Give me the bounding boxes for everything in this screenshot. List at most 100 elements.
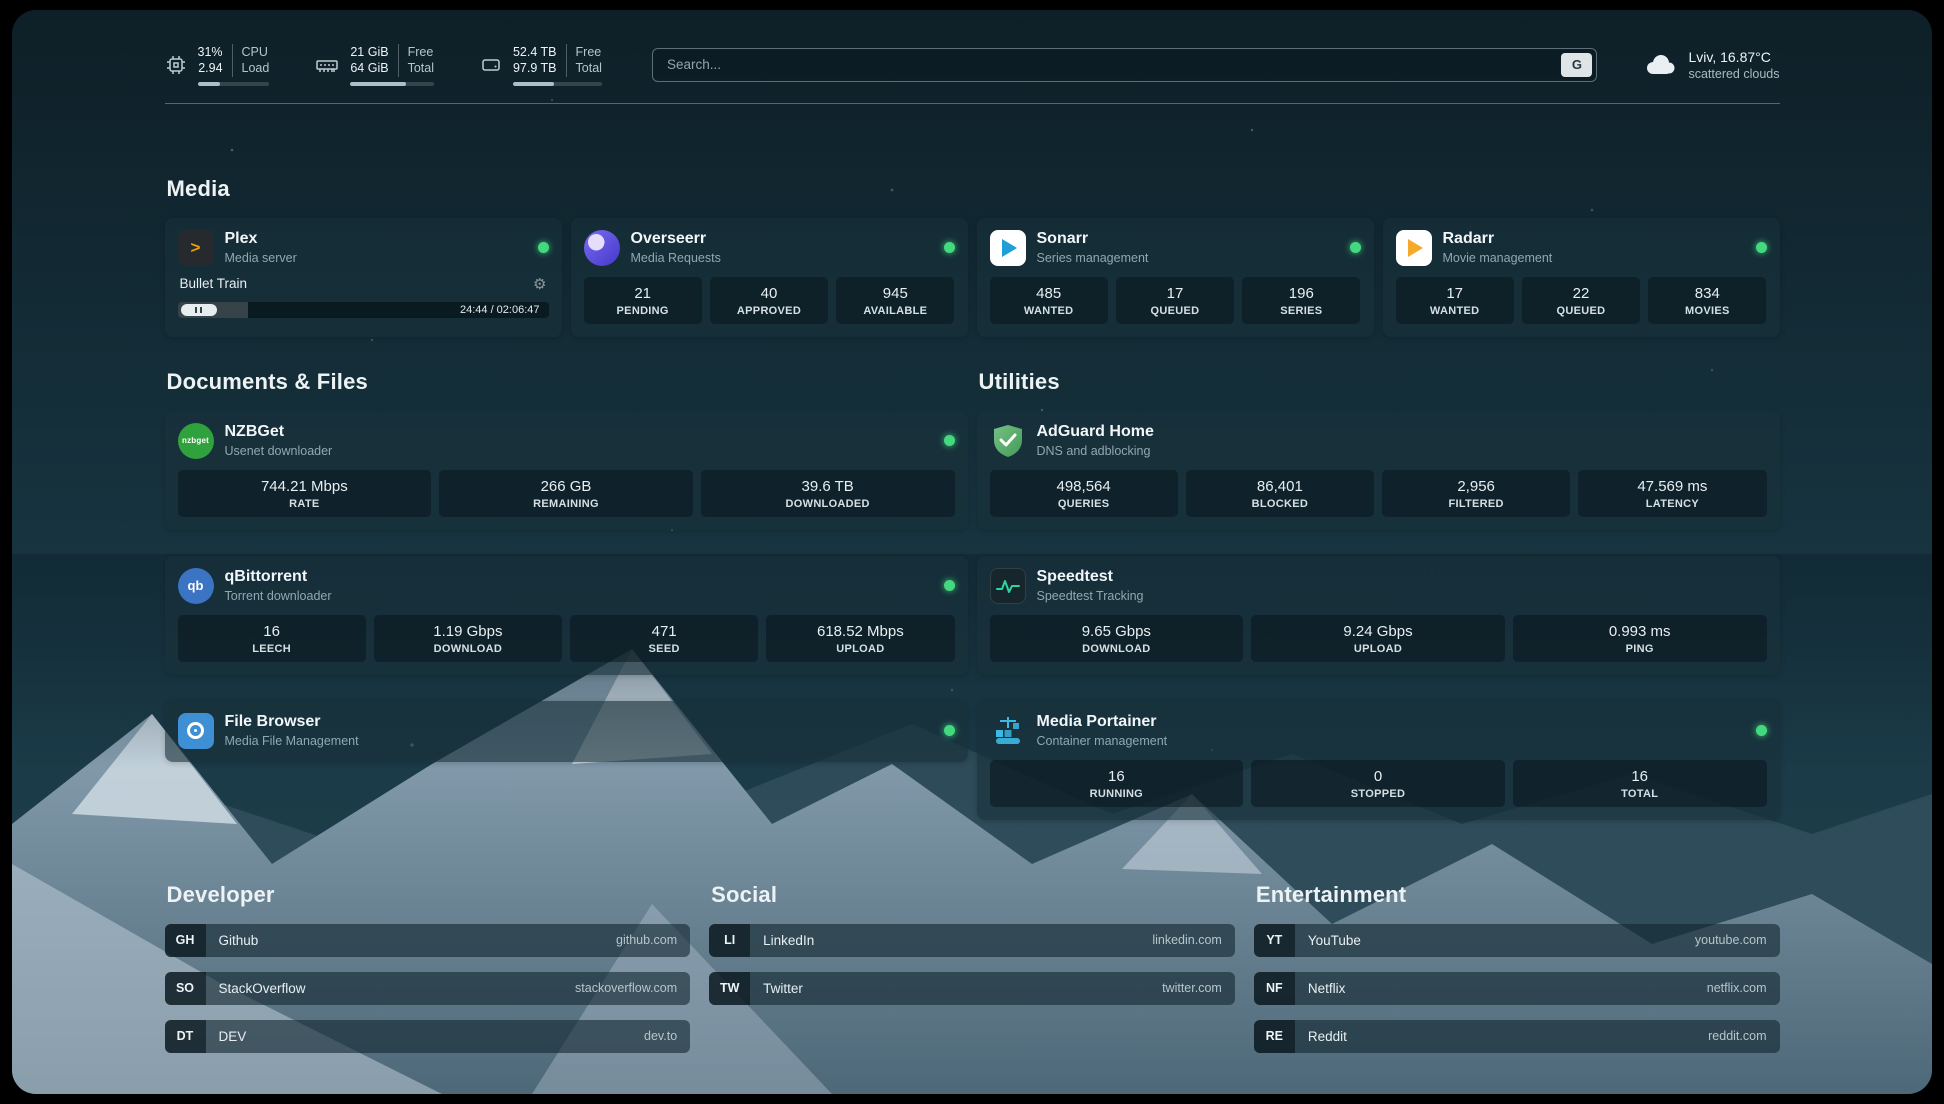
status-dot bbox=[538, 242, 549, 253]
service-card-nzbget[interactable]: nzbget NZBGet Usenet downloader 744.21 M… bbox=[165, 411, 968, 530]
memory-free-label: Free bbox=[408, 44, 434, 60]
weather-location: Lviv, 16.87°C bbox=[1688, 49, 1779, 65]
memory-total-value: 64 GiB bbox=[350, 60, 388, 76]
service-card-sonarr[interactable]: Sonarr Series management 485WANTED 17QUE… bbox=[977, 218, 1374, 337]
bookmark-twitter[interactable]: TW Twitter twitter.com bbox=[709, 972, 1235, 1005]
service-name: Media Portainer bbox=[1037, 713, 1168, 731]
bookmark-reddit[interactable]: RE Reddit reddit.com bbox=[1254, 1020, 1780, 1053]
service-name: Plex bbox=[225, 230, 297, 248]
bookmark-stackoverflow[interactable]: SO StackOverflow stackoverflow.com bbox=[165, 972, 691, 1005]
stat-approved: 40APPROVED bbox=[710, 277, 828, 324]
service-desc: Movie management bbox=[1443, 251, 1553, 265]
bookmark-netflix[interactable]: NF Netflix netflix.com bbox=[1254, 972, 1780, 1005]
bookmark-linkedin[interactable]: LI LinkedIn linkedin.com bbox=[709, 924, 1235, 957]
plex-icon: > bbox=[178, 230, 214, 266]
bookmark-abbr: RE bbox=[1254, 1020, 1295, 1053]
disk-free-value: 52.4 TB bbox=[513, 44, 557, 60]
service-card-portainer[interactable]: Media Portainer Container management 16R… bbox=[977, 701, 1780, 820]
gear-icon[interactable]: ⚙ bbox=[533, 275, 546, 293]
bookmark-name: LinkedIn bbox=[763, 933, 814, 948]
disk-icon bbox=[480, 54, 502, 76]
service-desc: Media Requests bbox=[631, 251, 721, 265]
stat-blocked: 86,401BLOCKED bbox=[1186, 470, 1374, 517]
qbittorrent-icon: qb bbox=[178, 568, 214, 604]
dashboard-window: 31% 2.94 CPU Load bbox=[12, 10, 1932, 1094]
service-desc: Container management bbox=[1037, 734, 1168, 748]
status-dot bbox=[1756, 725, 1767, 736]
service-name: Sonarr bbox=[1037, 230, 1149, 248]
bookmark-name: Github bbox=[219, 933, 259, 948]
stat-queued: 22QUEUED bbox=[1522, 277, 1640, 324]
bookmark-domain: stackoverflow.com bbox=[575, 981, 677, 995]
stat-movies: 834MOVIES bbox=[1648, 277, 1766, 324]
cpu-progress-bar bbox=[198, 82, 270, 86]
bookmarks-social: Social LI LinkedIn linkedin.com TW Twitt… bbox=[709, 882, 1235, 1053]
bookmark-abbr: YT bbox=[1254, 924, 1295, 957]
plex-playback-time: 24:44 / 02:06:47 bbox=[460, 302, 540, 318]
service-card-filebrowser[interactable]: File Browser Media File Management bbox=[165, 701, 968, 762]
sonarr-icon bbox=[990, 230, 1026, 266]
bookmark-youtube[interactable]: YT YouTube youtube.com bbox=[1254, 924, 1780, 957]
plex-playback-bar[interactable]: 24:44 / 02:06:47 bbox=[178, 302, 549, 318]
bookmark-abbr: DT bbox=[165, 1020, 206, 1053]
stat-series: 196SERIES bbox=[1242, 277, 1360, 324]
status-dot bbox=[944, 725, 955, 736]
service-card-adguard[interactable]: AdGuard Home DNS and adblocking 498,564Q… bbox=[977, 411, 1780, 530]
bookmarks-developer: Developer GH Github github.com SO StackO… bbox=[165, 882, 691, 1053]
cpu-usage-label: CPU bbox=[242, 44, 270, 60]
cpu-usage-value: 31% bbox=[198, 44, 223, 60]
stat-downloaded: 39.6 TBDOWNLOADED bbox=[701, 470, 955, 517]
pause-icon[interactable] bbox=[181, 304, 217, 316]
service-card-plex[interactable]: > Plex Media server Bullet Train ⚙ bbox=[165, 218, 562, 337]
bookmarks-entertainment: Entertainment YT YouTube youtube.com NF … bbox=[1254, 882, 1780, 1053]
service-card-speedtest[interactable]: Speedtest Speedtest Tracking 9.65 GbpsDO… bbox=[977, 556, 1780, 675]
service-desc: Media server bbox=[225, 251, 297, 265]
service-name: AdGuard Home bbox=[1037, 423, 1154, 441]
search-input[interactable] bbox=[652, 48, 1598, 82]
section-utilities: Utilities AdGuard Home DNS and bbox=[977, 369, 1780, 820]
status-dot bbox=[944, 580, 955, 591]
bookmark-domain: youtube.com bbox=[1695, 933, 1767, 947]
stat-filtered: 2,956FILTERED bbox=[1382, 470, 1570, 517]
memory-widget: 21 GiB 64 GiB Free Total bbox=[315, 44, 434, 86]
radarr-icon bbox=[1396, 230, 1432, 266]
bookmark-github[interactable]: GH Github github.com bbox=[165, 924, 691, 957]
bookmark-name: StackOverflow bbox=[219, 981, 306, 996]
service-desc: Series management bbox=[1037, 251, 1149, 265]
memory-total-label: Total bbox=[408, 60, 434, 76]
cpu-icon bbox=[165, 54, 187, 76]
service-desc: Speedtest Tracking bbox=[1037, 589, 1144, 603]
bookmark-dev[interactable]: DT DEV dev.to bbox=[165, 1020, 691, 1053]
status-dot bbox=[944, 242, 955, 253]
search-bar: G bbox=[652, 48, 1598, 82]
bookmark-name: Netflix bbox=[1308, 981, 1346, 996]
section-title-social: Social bbox=[711, 882, 1235, 908]
bookmark-domain: reddit.com bbox=[1708, 1029, 1766, 1043]
nzbget-icon: nzbget bbox=[178, 423, 214, 459]
service-desc: Media File Management bbox=[225, 734, 359, 748]
bookmark-abbr: NF bbox=[1254, 972, 1295, 1005]
stat-queued: 17QUEUED bbox=[1116, 277, 1234, 324]
bookmark-domain: dev.to bbox=[644, 1029, 677, 1043]
bookmark-abbr: GH bbox=[165, 924, 206, 957]
service-card-overseerr[interactable]: Overseerr Media Requests 21PENDING 40APP… bbox=[571, 218, 968, 337]
bookmark-domain: netflix.com bbox=[1707, 981, 1767, 995]
stat-download: 9.65 GbpsDOWNLOAD bbox=[990, 615, 1244, 662]
stat-ping: 0.993 msPING bbox=[1513, 615, 1767, 662]
status-dot bbox=[1350, 242, 1361, 253]
service-card-radarr[interactable]: Radarr Movie management 17WANTED 22QUEUE… bbox=[1383, 218, 1780, 337]
stat-running: 16RUNNING bbox=[990, 760, 1244, 807]
service-card-qbittorrent[interactable]: qb qBittorrent Torrent downloader 16LEEC… bbox=[165, 556, 968, 675]
stat-latency: 47.569 msLATENCY bbox=[1578, 470, 1766, 517]
stat-rate: 744.21 MbpsRATE bbox=[178, 470, 432, 517]
bookmark-domain: linkedin.com bbox=[1152, 933, 1221, 947]
service-desc: Usenet downloader bbox=[225, 444, 333, 458]
search-provider-button[interactable]: G bbox=[1561, 53, 1592, 77]
stat-download: 1.19 GbpsDOWNLOAD bbox=[374, 615, 562, 662]
service-name: qBittorrent bbox=[225, 568, 332, 586]
plex-now-playing-title: Bullet Train bbox=[180, 276, 248, 291]
stat-upload: 618.52 MbpsUPLOAD bbox=[766, 615, 954, 662]
cpu-load-label: Load bbox=[242, 60, 270, 76]
stat-wanted: 17WANTED bbox=[1396, 277, 1514, 324]
service-name: Radarr bbox=[1443, 230, 1553, 248]
